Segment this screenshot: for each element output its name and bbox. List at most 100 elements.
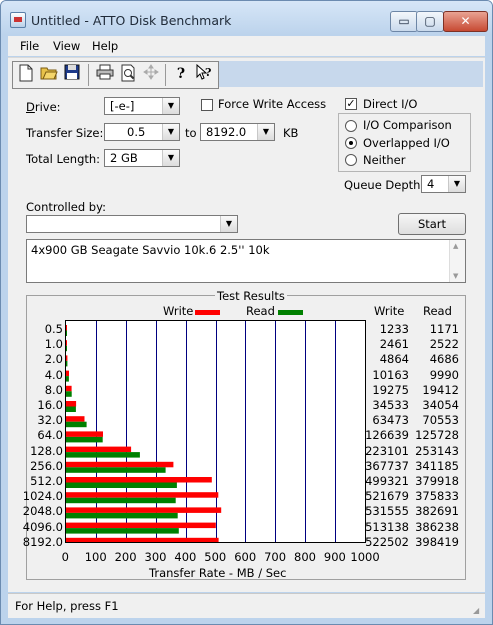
scroll-up-icon[interactable]: ▲ xyxy=(453,242,458,250)
context-help-icon[interactable]: ? xyxy=(193,63,215,85)
category-label: 4096.0 xyxy=(22,519,63,534)
write-bar xyxy=(66,325,67,331)
read-value: 379918 xyxy=(415,474,459,488)
help-icon[interactable]: ? xyxy=(170,64,192,85)
x-tick-label: 200 xyxy=(114,550,137,564)
write-value: 10163 xyxy=(372,367,409,382)
write-bar xyxy=(66,507,222,513)
overlapped-io-label: Overlapped I/O xyxy=(363,136,450,150)
x-tick-label: 300 xyxy=(144,550,167,564)
write-bar xyxy=(66,492,219,498)
toolbar-separator xyxy=(88,64,89,86)
toolbar-empty-area xyxy=(219,61,483,87)
move-icon[interactable] xyxy=(140,64,162,85)
open-icon[interactable] xyxy=(38,64,60,85)
total-length-label: Total Length: xyxy=(26,152,101,166)
write-value: 521679 xyxy=(365,489,409,504)
write-value: 531555 xyxy=(365,504,409,519)
start-button[interactable]: Start xyxy=(398,213,466,235)
total-length-value: 2 GB xyxy=(110,151,138,165)
close-button[interactable]: ✕ xyxy=(443,11,488,32)
resize-grip-icon[interactable]: ◢ xyxy=(473,606,483,616)
drive-label: Drive: xyxy=(26,100,61,114)
direct-io-label: Direct I/O xyxy=(363,97,418,111)
category-label: 1.0 xyxy=(44,337,63,352)
new-icon[interactable] xyxy=(15,64,37,85)
write-value: 499321 xyxy=(365,474,409,488)
write-value: 223101 xyxy=(365,443,409,458)
read-value: 253143 xyxy=(415,443,459,458)
category-label: 128.0 xyxy=(30,443,63,458)
write-value: 63473 xyxy=(372,413,409,428)
status-text: For Help, press F1 xyxy=(15,599,119,613)
menu-view[interactable]: View xyxy=(53,39,80,53)
read-bar xyxy=(66,482,177,488)
total-length-select[interactable]: 2 GB ▼ xyxy=(104,149,180,167)
write-bar xyxy=(66,340,67,346)
kb-label: KB xyxy=(283,126,299,140)
read-value: 70553 xyxy=(422,413,459,428)
minimize-icon: ▭ xyxy=(398,14,410,28)
transfer-from-select[interactable]: 0.5 ▼ xyxy=(104,123,180,141)
main-panel: Drive: [-e-] ▼ Force Write Access Transf… xyxy=(8,92,485,592)
write-bar xyxy=(66,385,72,392)
write-bar xyxy=(66,355,68,361)
write-column-header: Write xyxy=(374,304,405,318)
drive-select[interactable]: [-e-] ▼ xyxy=(104,97,180,115)
menu-help[interactable]: Help xyxy=(92,39,118,53)
write-legend-label: Write xyxy=(163,304,194,318)
menu-file[interactable]: File xyxy=(20,39,39,53)
read-bar xyxy=(66,391,72,397)
description-text: 4x900 GB Seagate Savvio 10k.6 2.5'' 10k xyxy=(31,243,270,257)
x-tick-label: 400 xyxy=(174,550,197,564)
scroll-down-icon[interactable]: ▼ xyxy=(453,272,458,280)
direct-io-checkbox[interactable]: ✓ xyxy=(345,98,357,110)
read-value: 341185 xyxy=(415,458,459,473)
title-bar[interactable]: Untitled - ATTO Disk Benchmark ▭ ▢ ✕ xyxy=(1,1,492,35)
read-legend-swatch xyxy=(278,310,303,315)
description-textarea[interactable]: 4x900 GB Seagate Savvio 10k.6 2.5'' 10k … xyxy=(26,239,466,283)
io-comparison-radio[interactable] xyxy=(345,120,357,132)
to-label: to xyxy=(185,126,197,140)
read-bar xyxy=(66,512,178,519)
read-value: 4686 xyxy=(429,352,459,367)
drive-value: [-e-] xyxy=(110,99,135,113)
maximize-button[interactable]: ▢ xyxy=(416,11,444,32)
category-label: 16.0 xyxy=(37,398,63,412)
neither-label: Neither xyxy=(363,153,406,167)
app-window: Untitled - ATTO Disk Benchmark ▭ ▢ ✕ Fil… xyxy=(0,0,493,625)
read-value: 382691 xyxy=(415,504,459,519)
overlapped-io-radio[interactable] xyxy=(345,137,357,149)
save-icon[interactable] xyxy=(61,64,83,85)
read-value: 1171 xyxy=(429,322,459,336)
queue-depth-select[interactable]: 4 ▼ xyxy=(421,175,466,193)
minimize-button[interactable]: ▭ xyxy=(390,11,418,32)
chevron-down-icon: ▼ xyxy=(162,124,179,140)
force-write-checkbox[interactable] xyxy=(201,99,213,111)
read-bar xyxy=(66,452,140,458)
x-tick-label: 1000 xyxy=(350,550,380,564)
x-tick-label: 500 xyxy=(204,550,227,564)
read-bar xyxy=(66,330,67,336)
chevron-down-icon: ▼ xyxy=(448,176,465,192)
toolbar: ? ? xyxy=(8,57,485,92)
x-tick-label: 800 xyxy=(294,550,316,564)
chevron-down-icon: ▼ xyxy=(220,216,237,232)
read-value: 386238 xyxy=(415,519,459,534)
transfer-to-value: 8192.0 xyxy=(206,125,247,139)
print-icon[interactable] xyxy=(94,64,116,85)
read-value: 9990 xyxy=(429,367,459,382)
write-bar xyxy=(66,431,103,437)
x-tick-label: 0 xyxy=(61,550,69,564)
neither-radio[interactable] xyxy=(345,154,357,166)
menu-bar: File View Help xyxy=(8,36,485,56)
controlled-by-select[interactable]: ▼ xyxy=(26,215,238,233)
x-axis-label: Transfer Rate - MB / Sec xyxy=(149,566,287,580)
write-bar xyxy=(66,416,85,422)
maximize-icon: ▢ xyxy=(424,14,436,28)
print-preview-icon[interactable] xyxy=(117,64,139,85)
description-scrollbar[interactable]: ▲ ▼ xyxy=(449,240,465,282)
transfer-size-label: Transfer Size: xyxy=(26,126,104,140)
transfer-to-select[interactable]: 8192.0 ▼ xyxy=(200,123,275,141)
chevron-down-icon: ▼ xyxy=(162,98,179,114)
